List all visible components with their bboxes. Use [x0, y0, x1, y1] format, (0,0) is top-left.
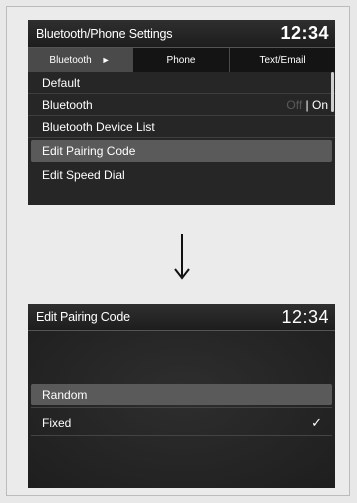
- screen-title: Edit Pairing Code: [36, 310, 130, 324]
- bluetooth-phone-settings-screen: Bluetooth/Phone Settings 12:34 Bluetooth…: [28, 20, 335, 205]
- options-panel: Random Fixed ✓: [28, 331, 335, 488]
- divider: [31, 435, 332, 436]
- menu-item-bluetooth-device-list[interactable]: Bluetooth Device List: [28, 116, 335, 138]
- clock: 12:34: [280, 23, 329, 43]
- clock: 12:34: [281, 306, 329, 327]
- option-label: Random: [42, 387, 88, 402]
- toggle-on-label: On: [311, 97, 328, 112]
- toggle-separator: |: [302, 97, 312, 112]
- menu-item-label: Default: [42, 75, 81, 90]
- screen-title: Bluetooth/Phone Settings: [36, 26, 173, 41]
- menu-item-label: Edit Pairing Code: [42, 144, 136, 158]
- scrollbar[interactable]: [331, 72, 334, 112]
- down-arrow-icon: [174, 234, 190, 280]
- tab-label: Bluetooth: [49, 54, 92, 66]
- toggle-off-label: Off: [286, 97, 303, 112]
- tab-phone[interactable]: Phone: [133, 48, 230, 72]
- option-random[interactable]: Random: [31, 384, 332, 405]
- menu-item-edit-pairing-code[interactable]: Edit Pairing Code: [31, 140, 332, 162]
- menu-item-label: Bluetooth Device List: [42, 119, 155, 134]
- menu-item-default[interactable]: Default: [28, 72, 335, 94]
- option-label: Fixed: [42, 415, 72, 430]
- edit-pairing-code-screen: Edit Pairing Code 12:34 Random Fixed ✓: [28, 304, 335, 488]
- menu-item-label: Edit Speed Dial: [42, 168, 125, 182]
- divider: [31, 407, 332, 408]
- tab-label: Phone: [166, 54, 196, 66]
- tab-text-email[interactable]: Text/Email: [230, 48, 335, 72]
- menu-item-edit-speed-dial[interactable]: Edit Speed Dial: [28, 164, 335, 186]
- menu-item-label: Bluetooth: [42, 97, 93, 112]
- checkmark-icon: ✓: [311, 414, 322, 430]
- bluetooth-toggle[interactable]: Off | On: [286, 98, 328, 112]
- tab-label: Text/Email: [259, 54, 306, 66]
- title-bar: Bluetooth/Phone Settings 12:34: [28, 20, 335, 47]
- title-bar: Edit Pairing Code 12:34: [28, 304, 335, 331]
- menu-item-bluetooth[interactable]: Bluetooth Off | On: [28, 94, 335, 116]
- option-fixed[interactable]: Fixed ✓: [31, 412, 332, 433]
- play-arrow-icon: ►: [101, 55, 111, 65]
- tab-bluetooth[interactable]: Bluetooth ►: [28, 48, 133, 72]
- tab-bar: Bluetooth ► Phone Text/Email: [28, 47, 335, 72]
